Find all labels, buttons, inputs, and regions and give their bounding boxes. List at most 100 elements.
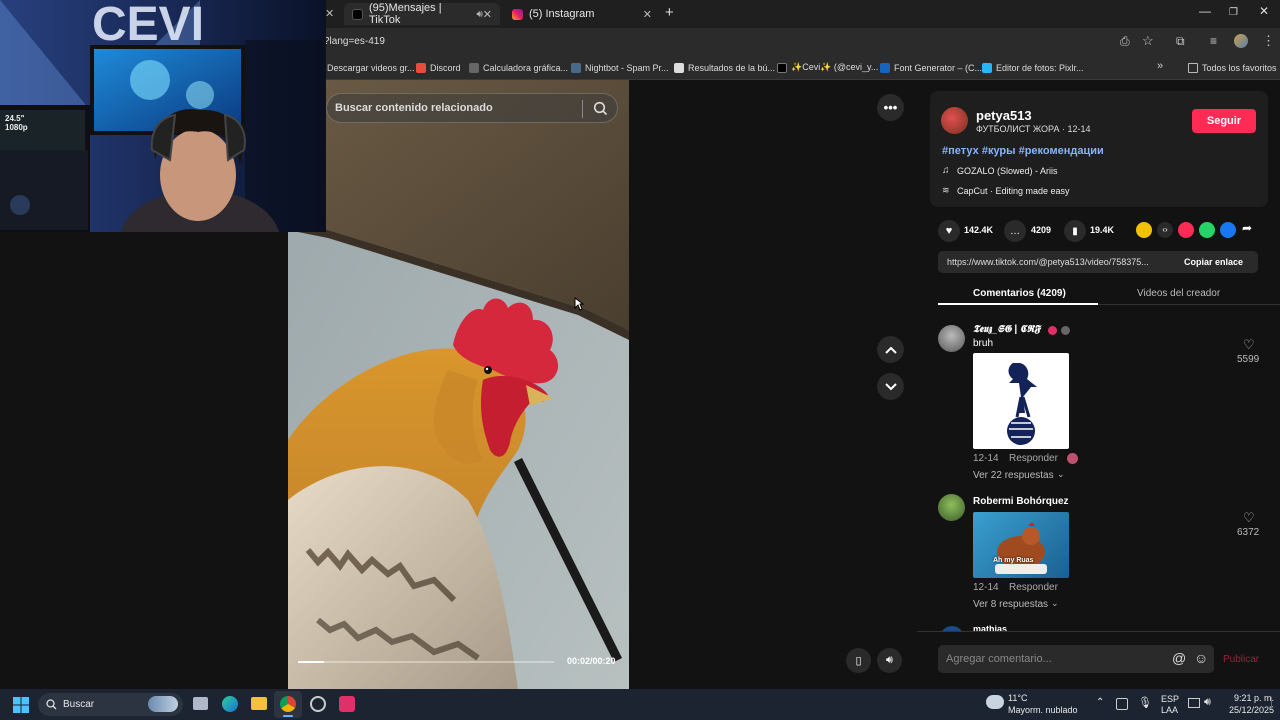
profile-avatar[interactable] xyxy=(1234,34,1248,48)
extensions-icon[interactable]: ⧉ xyxy=(1176,34,1185,49)
url-field[interactable]: ?lang=es-419 xyxy=(324,36,385,47)
obs-icon[interactable] xyxy=(310,696,326,712)
volume-icon[interactable]: 🔊︎ xyxy=(1204,696,1211,709)
close-icon[interactable]: ✕ xyxy=(325,7,334,20)
view-replies-link[interactable]: Ver 8 respuestas xyxy=(973,599,1048,610)
search-icon[interactable] xyxy=(593,101,608,116)
next-video-button[interactable] xyxy=(877,373,904,400)
weather-temp[interactable]: 11°C xyxy=(1008,693,1027,703)
minimize-icon[interactable]: — xyxy=(1199,4,1211,18)
share-icon[interactable]: ➦ xyxy=(1242,221,1252,235)
avatar[interactable] xyxy=(938,494,965,521)
microphone-icon[interactable]: 🎙︎ xyxy=(1138,696,1152,709)
creator-username[interactable]: petya513 xyxy=(976,108,1032,123)
related-search-input[interactable]: Buscar contenido relacionado xyxy=(326,93,618,123)
picture-in-picture-icon[interactable]: ▯ xyxy=(846,648,871,673)
menu-icon[interactable]: ⋮ xyxy=(1262,33,1275,49)
hashtags[interactable]: #петух #куры #рекомендации xyxy=(942,145,1104,157)
bookmark-item[interactable]: Font Generator – (C... xyxy=(880,60,982,75)
comment-input[interactable]: Agregar comentario... @ ☺ xyxy=(938,645,1214,673)
bookmark-icon[interactable]: ▮ xyxy=(1064,220,1086,242)
tray-chevron-icon[interactable]: ⌃ xyxy=(1096,697,1104,708)
avatar[interactable] xyxy=(938,325,965,352)
language-layout[interactable]: LAA xyxy=(1161,705,1178,715)
close-icon[interactable]: ✕ xyxy=(643,8,652,21)
show-desktop[interactable] xyxy=(1271,697,1277,709)
file-explorer-icon[interactable] xyxy=(251,697,267,710)
embed-icon[interactable]: ‹› xyxy=(1157,222,1173,238)
tottenham-logo xyxy=(1007,363,1037,445)
comment-user[interactable]: Robermi Bohórquez xyxy=(973,496,1069,507)
video-link[interactable]: https://www.tiktok.com/@petya513/video/7… xyxy=(947,257,1169,267)
tray-app-icon[interactable] xyxy=(1116,698,1128,710)
more-bookmarks-icon[interactable]: » xyxy=(1157,60,1163,72)
video-player[interactable]: 00:02/00:20 xyxy=(288,80,629,689)
creator-card: petya513 ФУТБОЛИСТ ЖОРА · 12-14 Seguir #… xyxy=(930,91,1268,207)
coin-share-icon[interactable] xyxy=(1136,222,1152,238)
weather-desc[interactable]: Mayorm. nublado xyxy=(1008,705,1078,715)
bookmark-item[interactable]: Editor de fotos: Pixlr... xyxy=(982,60,1084,75)
bookmark-item[interactable]: Calculadora gráfica... xyxy=(469,60,568,75)
tab-instagram[interactable]: (5) Instagram ✕ xyxy=(504,3,660,25)
comment-like-count: 6372 xyxy=(1237,527,1260,538)
bookmark-item[interactable]: Descargar videos gr... xyxy=(327,60,415,75)
close-window-icon[interactable]: ✕ xyxy=(1259,4,1269,18)
comment-sticker-image[interactable] xyxy=(973,353,1069,449)
comment-like-count: 5599 xyxy=(1237,354,1260,365)
comment-user[interactable]: 𝕿𝖊𝖚𝖟_𝕾𝕲 | 𝕮𝕽𝕱 xyxy=(973,324,1040,335)
tiktok-studio-icon[interactable] xyxy=(339,696,355,712)
comment-user[interactable]: mathias xyxy=(973,624,1007,631)
reply-link[interactable]: Responder xyxy=(1009,453,1058,464)
comment-sticker-image[interactable]: Ah my Ruas xyxy=(973,512,1069,578)
edge-icon[interactable] xyxy=(222,696,238,712)
task-view-icon[interactable] xyxy=(193,697,208,710)
publish-button[interactable]: Publicar xyxy=(1223,654,1259,665)
tab-comments[interactable]: Comentarios (4209) xyxy=(973,288,1066,299)
follow-button[interactable]: Seguir xyxy=(1192,109,1256,133)
previous-video-button[interactable] xyxy=(877,336,904,363)
like-icon[interactable]: ♥ xyxy=(938,220,960,242)
capcut-label[interactable]: CapCut · Editing made easy xyxy=(957,186,1070,196)
divider xyxy=(917,631,1280,632)
more-options-icon[interactable]: ••• xyxy=(877,94,904,121)
emoji-icon[interactable]: ☺ xyxy=(1194,650,1208,666)
language-code[interactable]: ESP xyxy=(1161,694,1179,704)
music-title[interactable]: GOZALO (Slowed) - Ariis xyxy=(957,166,1058,176)
network-icon[interactable] xyxy=(1188,698,1200,708)
chrome-taskbar-button[interactable] xyxy=(274,691,302,718)
tab-tiktok[interactable]: (95)Mensajes | TikTok 🔊︎ ✕ xyxy=(344,2,500,26)
restore-icon[interactable]: ❐ xyxy=(1229,7,1238,18)
all-bookmarks[interactable]: Todos los favoritos xyxy=(1188,60,1277,75)
bookmark-item[interactable]: Nightbot - Spam Pr... xyxy=(571,60,669,75)
install-icon[interactable]: ⎙ xyxy=(1120,34,1130,49)
whatsapp-icon[interactable] xyxy=(1199,222,1215,238)
volume-icon[interactable]: 🔊︎ xyxy=(877,648,902,673)
capcut-icon: ≋ xyxy=(942,185,950,195)
view-replies-link[interactable]: Ver 22 respuestas xyxy=(973,470,1054,481)
clock-date[interactable]: 25/12/2025 xyxy=(1229,705,1274,715)
video-progress-track[interactable] xyxy=(298,661,554,663)
tab-label: (95)Mensajes | TikTok xyxy=(369,2,442,26)
clock-time[interactable]: 9:21 p. m. xyxy=(1234,693,1274,703)
bookmark-item[interactable]: Resultados de la bú... xyxy=(674,60,775,75)
media-icon[interactable]: ≡ xyxy=(1210,34,1217,48)
copy-link-button[interactable]: Copiar enlace xyxy=(1184,257,1243,267)
taskbar-search[interactable]: Buscar xyxy=(38,693,183,716)
cursor-icon xyxy=(574,297,584,311)
mention-icon[interactable]: @ xyxy=(1172,650,1186,666)
close-icon[interactable]: ✕ xyxy=(483,8,492,21)
comment-icon[interactable]: … xyxy=(1004,220,1026,242)
facebook-icon[interactable] xyxy=(1220,222,1236,238)
comment-like-icon[interactable]: ♡ xyxy=(1243,510,1255,526)
comment-like-icon[interactable]: ♡ xyxy=(1243,337,1255,353)
tab-creator-videos[interactable]: Videos del creador xyxy=(1137,288,1220,299)
bookmark-item[interactable]: ✨Cevi✨ (@cevi_y... xyxy=(777,60,878,75)
bookmark-star-icon[interactable]: ☆ xyxy=(1142,33,1154,49)
video-link-box: https://www.tiktok.com/@petya513/video/7… xyxy=(938,251,1258,273)
send-icon[interactable] xyxy=(1178,222,1194,238)
windows-start-icon[interactable] xyxy=(13,697,29,713)
creator-avatar[interactable] xyxy=(941,107,968,134)
reply-link[interactable]: Responder xyxy=(1009,582,1058,593)
new-tab-button[interactable]: + xyxy=(665,4,674,21)
bookmark-item[interactable]: Discord xyxy=(416,60,461,75)
